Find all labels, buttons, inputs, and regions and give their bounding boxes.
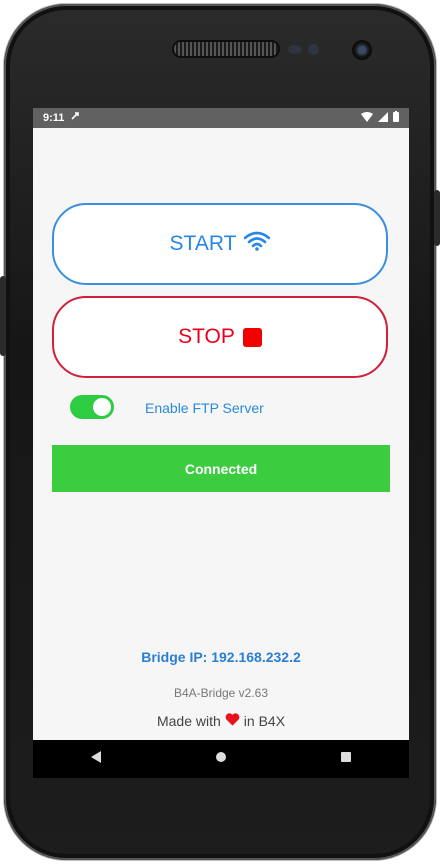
start-label: START [169,232,237,255]
app-screen: 9:11 START STOP Enable FTP Server Connec… [33,108,409,740]
status-time: 9:11 [43,112,65,124]
back-icon[interactable] [90,750,102,768]
ftp-server-label: Enable FTP Server [145,400,264,416]
status-bar: 9:11 [33,108,409,128]
sync-icon [70,111,81,125]
signal-icon [378,111,388,125]
proximity-sensor [288,45,302,54]
bridge-ip-text: Bridge IP: 192.168.232.2 [141,649,301,665]
power-button [434,190,440,246]
heart-icon [225,712,240,729]
home-icon[interactable] [215,750,227,768]
ftp-server-toggle[interactable] [70,395,114,419]
volume-button [0,276,6,356]
made-with-suffix: in B4X [243,712,286,729]
stop-button[interactable]: STOP [52,296,388,378]
toggle-knob [93,398,111,416]
stop-label: STOP [178,325,235,348]
wifi-icon [244,231,271,257]
front-camera [354,42,370,58]
version-text: B4A-Bridge v2.63 [173,686,269,700]
battery-icon [393,111,399,125]
connection-status-banner: Connected [52,445,390,492]
earpiece-speaker [174,42,278,56]
made-with-line: Made with in B4X [33,712,409,729]
stop-square-icon [242,327,262,347]
light-sensor [308,44,319,55]
wifi-status-icon [361,111,373,125]
navigation-bar [33,740,409,778]
start-button[interactable]: START [52,203,388,285]
recents-icon[interactable] [340,750,352,768]
made-with-prefix: Made with [156,712,221,729]
